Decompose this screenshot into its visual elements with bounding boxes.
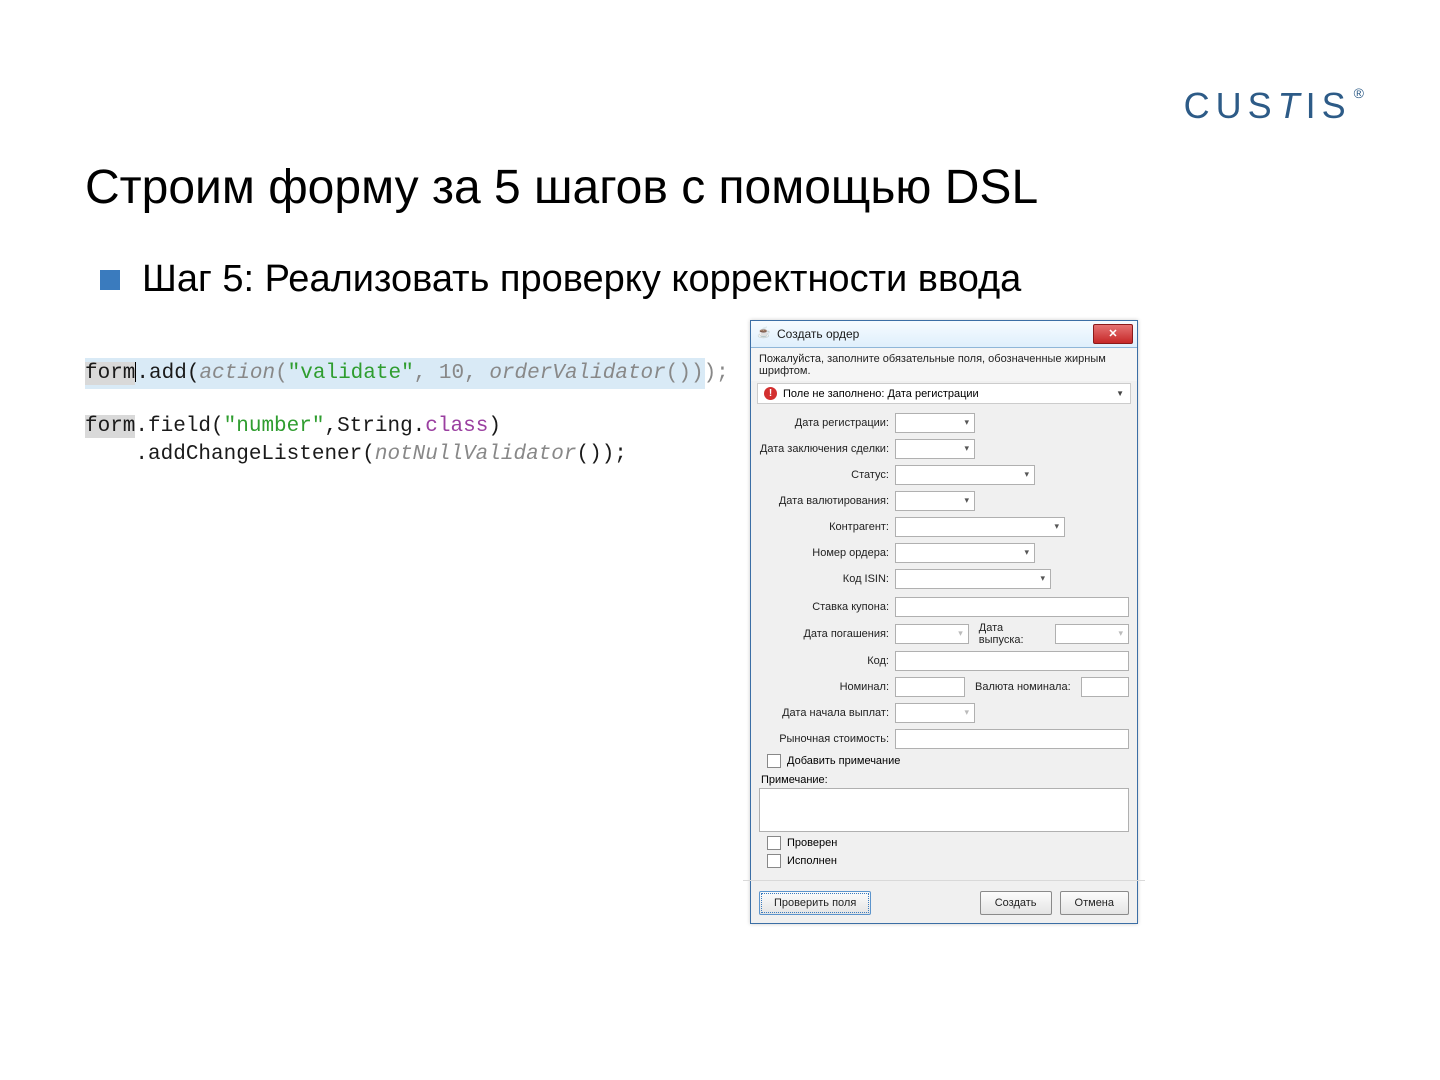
label-coupon: Ставка купона: bbox=[759, 601, 895, 613]
nominal-input[interactable] bbox=[895, 677, 965, 697]
maturity-date-input[interactable] bbox=[895, 624, 969, 644]
label-isin: Код ISIN: bbox=[759, 573, 895, 585]
label-issue: Дата выпуска: bbox=[975, 622, 1049, 646]
cancel-button[interactable]: Отмена bbox=[1060, 891, 1129, 915]
reg-date-input[interactable] bbox=[895, 413, 975, 433]
issue-date-input[interactable] bbox=[1055, 624, 1129, 644]
executed-checkbox[interactable] bbox=[767, 854, 781, 868]
label-code: Код: bbox=[759, 655, 895, 667]
counterparty-select[interactable] bbox=[895, 517, 1065, 537]
add-note-checkbox-row[interactable]: Добавить примечание bbox=[767, 754, 1129, 768]
isin-input[interactable] bbox=[895, 569, 1051, 589]
create-order-dialog: Создать ордер ✕ Пожалуйста, заполните об… bbox=[750, 320, 1138, 924]
add-note-label: Добавить примечание bbox=[787, 755, 900, 767]
bullet-icon bbox=[100, 270, 120, 290]
instruction-text: Пожалуйста, заполните обязательные поля,… bbox=[751, 348, 1137, 381]
code-line-1: form.add(action("validate", 10, orderVal… bbox=[85, 358, 705, 389]
button-separator bbox=[743, 880, 1145, 881]
label-market-val: Рыночная стоимость: bbox=[759, 733, 895, 745]
error-icon: ! bbox=[764, 387, 777, 400]
code-line-2: form.field("number",String.class) bbox=[85, 413, 705, 440]
error-banner[interactable]: ! Поле не заполнено: Дата регистрации ▼ bbox=[757, 383, 1131, 404]
error-text: Поле не заполнено: Дата регистрации bbox=[783, 388, 1116, 400]
close-button[interactable]: ✕ bbox=[1093, 324, 1133, 344]
add-note-checkbox[interactable] bbox=[767, 754, 781, 768]
chevron-down-icon[interactable]: ▼ bbox=[1116, 389, 1124, 398]
label-maturity: Дата погашения: bbox=[759, 628, 895, 640]
order-no-input[interactable] bbox=[895, 543, 1035, 563]
label-nominal: Номинал: bbox=[759, 681, 895, 693]
label-value-date: Дата валютирования: bbox=[759, 495, 895, 507]
executed-checkbox-row[interactable]: Исполнен bbox=[767, 854, 1129, 868]
label-reg-date: Дата регистрации: bbox=[759, 417, 895, 429]
label-nominal-ccy: Валюта номинала: bbox=[971, 681, 1075, 693]
checked-checkbox-row[interactable]: Проверен bbox=[767, 836, 1129, 850]
value-date-input[interactable] bbox=[895, 491, 975, 511]
executed-label: Исполнен bbox=[787, 855, 837, 867]
note-textarea[interactable] bbox=[759, 788, 1129, 832]
checked-label: Проверен bbox=[787, 837, 837, 849]
label-status: Статус: bbox=[759, 469, 895, 481]
checked-checkbox[interactable] bbox=[767, 836, 781, 850]
slide-title: Строим форму за 5 шагов с помощью DSL bbox=[85, 160, 1038, 215]
note-label: Примечание: bbox=[759, 770, 1129, 788]
brand-logo: CUSTIS® bbox=[1184, 85, 1370, 127]
validate-button[interactable]: Проверить поля bbox=[759, 891, 871, 915]
code-input[interactable] bbox=[895, 651, 1129, 671]
pay-start-input[interactable] bbox=[895, 703, 975, 723]
coupon-input[interactable] bbox=[895, 597, 1129, 617]
java-icon bbox=[757, 327, 771, 341]
code-snippet: form.add(action("validate", 10, orderVal… bbox=[85, 358, 705, 468]
market-val-input[interactable] bbox=[895, 729, 1129, 749]
nominal-ccy-input[interactable] bbox=[1081, 677, 1129, 697]
deal-date-input[interactable] bbox=[895, 439, 975, 459]
bullet-item: Шаг 5: Реализовать проверку корректности… bbox=[100, 258, 1021, 301]
dialog-title: Создать ордер bbox=[777, 327, 1093, 341]
bullet-text: Шаг 5: Реализовать проверку корректности… bbox=[142, 258, 1021, 301]
create-button[interactable]: Создать bbox=[980, 891, 1052, 915]
code-line-3: .addChangeListener(notNullValidator()); bbox=[85, 441, 705, 468]
label-pay-start: Дата начала выплат: bbox=[759, 707, 895, 719]
dialog-titlebar[interactable]: Создать ордер ✕ bbox=[751, 321, 1137, 348]
status-select[interactable] bbox=[895, 465, 1035, 485]
label-counterparty: Контрагент: bbox=[759, 521, 895, 533]
label-order-no: Номер ордера: bbox=[759, 547, 895, 559]
label-deal-date: Дата заключения сделки: bbox=[759, 443, 895, 455]
